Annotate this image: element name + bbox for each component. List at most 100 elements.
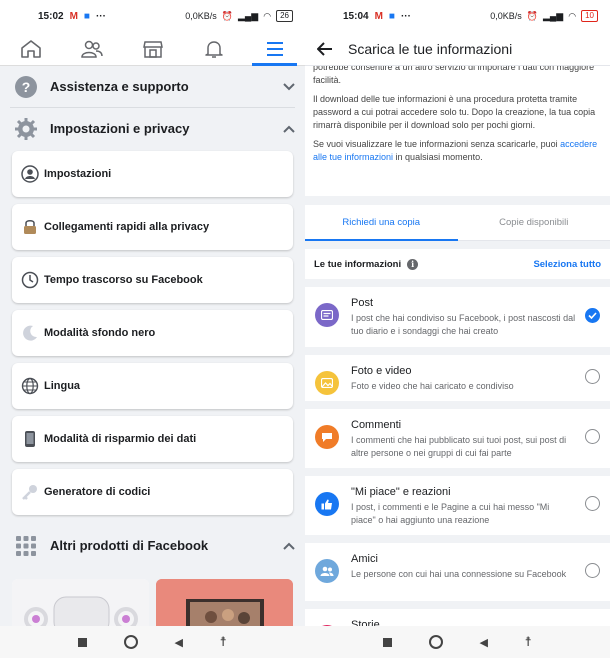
gear-icon xyxy=(14,117,38,141)
item-desc: Foto e video che hai caricato e condivis… xyxy=(351,381,514,391)
menu-item-language[interactable]: Lingua xyxy=(12,363,293,409)
item-desc: I commenti che hai pubblicato sui tuoi p… xyxy=(351,435,567,458)
tab-home[interactable] xyxy=(0,32,61,65)
page-title: Scarica le tue informazioni xyxy=(348,40,513,57)
tab-available-copies[interactable]: Copie disponibili xyxy=(458,205,610,240)
wifi-icon: ◠ xyxy=(263,10,272,21)
menu-item-code-generator[interactable]: Generatore di codici xyxy=(12,469,293,515)
menu-item-label: Modalità di risparmio dei dati xyxy=(44,433,197,445)
svg-text:?: ? xyxy=(22,79,31,95)
status-time: 15:04 xyxy=(343,10,369,22)
account-settings-icon xyxy=(20,164,40,184)
menu-item-dark-mode[interactable]: Modalità sfondo nero xyxy=(12,310,293,356)
tab-notifications[interactable] xyxy=(183,32,244,65)
checkbox-icon[interactable] xyxy=(585,563,600,578)
moon-icon xyxy=(20,323,40,343)
intro-text-a: Se vuoi visualizzare le tue informazioni… xyxy=(313,139,561,149)
menu-item-data-saver[interactable]: Modalità di risparmio dei dati xyxy=(12,416,293,462)
info-item-photos-videos[interactable]: Foto e video Foto e video che hai carica… xyxy=(305,355,610,401)
tab-menu[interactable] xyxy=(244,32,305,66)
item-title: Commenti xyxy=(351,419,402,431)
facebook-notification-icon: ■ xyxy=(388,10,395,22)
info-item-comments[interactable]: Commenti I commenti che hai pubblicato s… xyxy=(305,409,610,468)
status-bar: 15:04 M ■ ··· 0,0KB/s ⏰ ▂▄▆ ◠ 10 xyxy=(305,0,610,32)
phone-icon xyxy=(20,429,40,449)
left-screen: 15:02 M ■ ··· 0,0KB/s ⏰ ▂▄▆ ◠ 26 ? Assis… xyxy=(0,0,305,658)
info-item-post[interactable]: Post I post che hai condiviso su Faceboo… xyxy=(305,287,610,347)
menu-item-label: Collegamenti rapidi alla privacy xyxy=(44,221,210,233)
item-desc: I post, i commenti e le Pagine a cui hai… xyxy=(351,502,550,525)
globe-icon xyxy=(20,376,40,396)
battery-icon: 10 xyxy=(581,10,598,22)
back-arrow-icon[interactable] xyxy=(317,41,333,56)
right-screen: 15:04 M ■ ··· 0,0KB/s ⏰ ▂▄▆ ◠ 10 Scarica… xyxy=(305,0,610,658)
like-icon xyxy=(315,492,339,516)
back-button[interactable]: ◀ xyxy=(480,636,488,649)
network-speed: 0,0KB/s xyxy=(185,11,217,21)
back-button[interactable]: ◀ xyxy=(175,636,183,649)
help-support-section[interactable]: ? Assistenza e supporto xyxy=(0,66,305,107)
tab-request-copy[interactable]: Richiedi una copia xyxy=(305,205,458,241)
alarm-icon: ⏰ xyxy=(526,10,538,21)
alarm-icon: ⏰ xyxy=(221,10,233,21)
info-icon[interactable]: i xyxy=(407,258,419,270)
info-label: Le tue informazioni xyxy=(314,258,402,270)
menu-icon xyxy=(266,41,283,56)
recent-apps-button[interactable] xyxy=(383,637,393,647)
android-nav-bar: ◀ ☨ xyxy=(305,626,610,658)
chevron-down-icon xyxy=(283,82,295,90)
page-header: Scarica le tue informazioni xyxy=(305,32,610,66)
menu-item-label: Generatore di codici xyxy=(44,486,151,498)
home-button[interactable] xyxy=(428,635,443,649)
home-button[interactable] xyxy=(123,635,138,649)
tab-marketplace[interactable] xyxy=(122,32,183,65)
more-notifications-icon: ··· xyxy=(400,10,411,22)
intro-paragraph: Il download delle tue informazioni è una… xyxy=(313,94,596,130)
info-item-friends[interactable]: Amici Le persone con cui hai una conness… xyxy=(305,543,610,601)
friends-icon xyxy=(80,40,103,58)
accessibility-icon[interactable]: ☨ xyxy=(220,634,227,650)
apps-grid-icon xyxy=(14,534,38,558)
recent-apps-button[interactable] xyxy=(78,637,88,647)
checkbox-icon[interactable] xyxy=(585,429,600,444)
menu-item-label: Impostazioni xyxy=(44,168,112,180)
accessibility-icon[interactable]: ☨ xyxy=(525,634,532,650)
intro-text-b: in qualsiasi momento. xyxy=(393,152,483,162)
settings-privacy-section[interactable]: Impostazioni e privacy xyxy=(0,108,305,149)
status-bar: 15:02 M ■ ··· 0,0KB/s ⏰ ▂▄▆ ◠ 26 xyxy=(0,0,305,32)
menu-item-settings[interactable]: Impostazioni xyxy=(12,151,293,197)
info-item-likes-reactions[interactable]: "Mi piace" e reazioni I post, i commenti… xyxy=(305,476,610,535)
item-title: Foto e video xyxy=(351,365,412,377)
item-title: Amici xyxy=(351,553,378,565)
download-tabs: Richiedi una copia Copie disponibili xyxy=(305,205,610,241)
battery-icon: 26 xyxy=(276,10,293,22)
checkbox-icon[interactable] xyxy=(585,369,600,384)
checkbox-checked-icon[interactable] xyxy=(585,308,600,323)
menu-item-label: Tempo trascorso su Facebook xyxy=(44,274,203,286)
checkbox-icon[interactable] xyxy=(585,496,600,511)
question-icon: ? xyxy=(14,75,38,99)
facebook-notification-icon: ■ xyxy=(83,10,90,22)
other-products-label: Altri prodotti di Facebook xyxy=(50,538,209,553)
post-icon xyxy=(315,303,339,327)
status-time: 15:02 xyxy=(38,10,64,22)
bell-icon xyxy=(204,40,223,58)
gmail-icon: M xyxy=(374,10,383,22)
select-all-link[interactable]: Seleziona tutto xyxy=(533,259,601,270)
menu-item-privacy-shortcuts[interactable]: Collegamenti rapidi alla privacy xyxy=(12,204,293,250)
help-support-label: Assistenza e supporto xyxy=(50,79,189,94)
lock-icon xyxy=(20,217,40,237)
friends-icon xyxy=(315,559,339,583)
menu-item-label: Lingua xyxy=(44,380,81,392)
network-speed: 0,0KB/s xyxy=(490,11,522,21)
settings-privacy-label: Impostazioni e privacy xyxy=(50,121,190,136)
more-notifications-icon: ··· xyxy=(95,10,106,22)
item-title: Post xyxy=(351,297,374,309)
menu-item-time-on-facebook[interactable]: Tempo trascorso su Facebook xyxy=(12,257,293,303)
item-desc: I post che hai condiviso su Facebook, i … xyxy=(351,313,576,336)
other-products-section[interactable]: Altri prodotti di Facebook xyxy=(0,525,305,566)
home-icon xyxy=(20,39,41,58)
android-nav-bar: ◀ ☨ xyxy=(0,626,305,658)
menu-item-label: Modalità sfondo nero xyxy=(44,327,156,339)
tab-friends[interactable] xyxy=(61,32,122,65)
